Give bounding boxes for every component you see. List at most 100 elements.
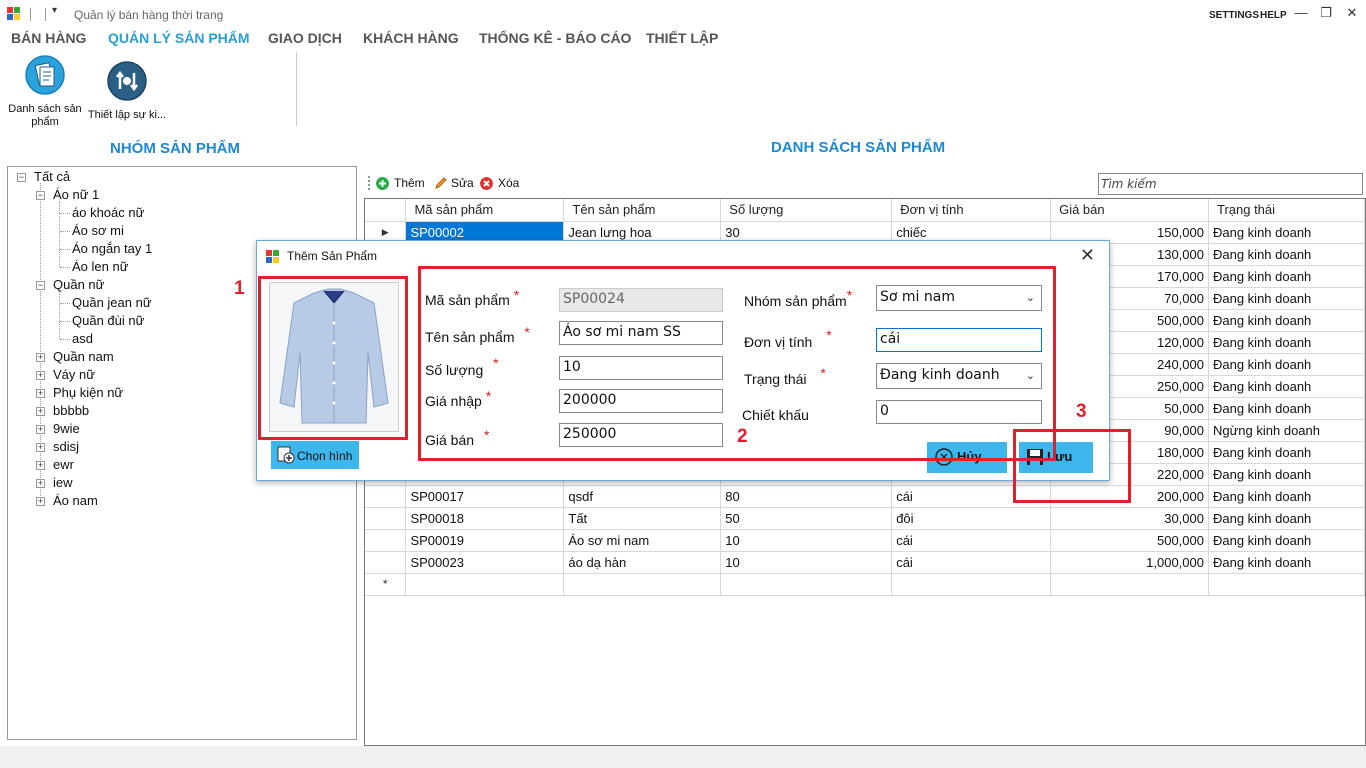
column-header[interactable]: Giá bán: [1050, 199, 1209, 222]
tree-node[interactable]: asd: [72, 331, 93, 346]
table-row[interactable]: SP00018 Tất 50 đôi 30,000 Đang kinh doanh: [365, 507, 1365, 530]
table-cell[interactable]: Đang kinh doanh: [1208, 375, 1365, 398]
table-cell[interactable]: áo dạ hàn: [563, 551, 722, 574]
expand-icon[interactable]: +: [36, 443, 45, 452]
delete-button[interactable]: Xóa: [498, 176, 519, 190]
tree-node[interactable]: Áo nữ 1: [53, 187, 99, 202]
add-icon[interactable]: [376, 177, 389, 190]
delete-icon[interactable]: [480, 177, 493, 190]
choose-image-button[interactable]: Chọn hình: [271, 441, 359, 469]
row-header[interactable]: [365, 529, 407, 552]
table-cell[interactable]: SP00019: [405, 529, 565, 552]
table-cell[interactable]: 500,000: [1050, 529, 1209, 552]
table-cell[interactable]: 10: [720, 529, 893, 552]
table-cell[interactable]: Đang kinh doanh: [1208, 551, 1365, 574]
table-cell[interactable]: cái: [891, 551, 1052, 574]
search-input[interactable]: Tìm kiếm: [1098, 173, 1363, 195]
tree-node[interactable]: iew: [53, 475, 73, 490]
menu-ban-hang[interactable]: BÁN HÀNG: [11, 30, 86, 46]
menu-khach-hang[interactable]: KHÁCH HÀNG: [363, 30, 459, 46]
table-row[interactable]: SP00019 Áo sơ mi nam 10 cái 500,000 Đang kinh…: [365, 529, 1365, 552]
column-header[interactable]: Mã sản phẩm: [405, 199, 565, 222]
table-row[interactable]: SP00023 áo dạ hàn 10 cái 1,000,000 Đang kinh …: [365, 551, 1365, 574]
dialog-close-icon[interactable]: ✕: [1080, 245, 1095, 266]
table-cell[interactable]: Đang kinh doanh: [1208, 331, 1365, 354]
table-cell[interactable]: 10: [720, 551, 893, 574]
table-cell[interactable]: 30,000: [1050, 507, 1209, 530]
menu-giao-dich[interactable]: GIAO DỊCH: [268, 30, 342, 46]
tree-node[interactable]: áo khoác nữ: [72, 205, 144, 220]
tree-node[interactable]: 9wie: [53, 421, 80, 436]
tree-node-root[interactable]: Tất cả: [34, 169, 70, 184]
column-header[interactable]: Số lượng: [720, 199, 893, 222]
table-cell[interactable]: Ngừng kinh doanh: [1208, 419, 1365, 442]
table-cell[interactable]: cái: [891, 529, 1052, 552]
collapse-icon[interactable]: −: [36, 281, 45, 290]
table-cell[interactable]: SP00017: [405, 485, 565, 508]
expand-icon[interactable]: +: [36, 353, 45, 362]
row-header[interactable]: [365, 485, 407, 508]
tree-node[interactable]: bbbbb: [53, 403, 89, 418]
expand-icon[interactable]: +: [36, 371, 45, 380]
table-row[interactable]: SP00017 qsdf 80 cái 200,000 Đang kinh doanh: [365, 485, 1365, 508]
tree-node[interactable]: Áo len nữ: [72, 259, 128, 274]
table-cell[interactable]: 1,000,000: [1050, 551, 1209, 574]
row-header[interactable]: [365, 551, 407, 574]
edit-icon[interactable]: [434, 177, 447, 190]
table-cell[interactable]: [563, 573, 722, 596]
table-cell[interactable]: qsdf: [563, 485, 722, 508]
tree-node[interactable]: Áo sơ mi: [72, 223, 124, 238]
tree-node[interactable]: Quần nam: [53, 349, 114, 364]
table-cell[interactable]: Đang kinh doanh: [1208, 243, 1365, 266]
table-cell[interactable]: Đang kinh doanh: [1208, 287, 1365, 310]
table-cell[interactable]: SP00023: [405, 551, 565, 574]
column-header[interactable]: Đơn vị tính: [891, 199, 1052, 222]
expand-icon[interactable]: +: [36, 497, 45, 506]
table-cell[interactable]: [720, 573, 893, 596]
tree-node[interactable]: Áo ngắn tay 1: [72, 241, 152, 256]
new-row[interactable]: *: [365, 573, 1365, 596]
row-header[interactable]: [365, 507, 407, 530]
edit-button[interactable]: Sửa: [451, 176, 474, 190]
table-cell[interactable]: Áo sơ mi nam: [563, 529, 722, 552]
tree-node[interactable]: Váy nữ: [53, 367, 95, 382]
tree-node[interactable]: sdisj: [53, 439, 79, 454]
restore-icon[interactable]: ❐: [1315, 4, 1337, 22]
table-cell[interactable]: Đang kinh doanh: [1208, 485, 1365, 508]
table-cell[interactable]: Đang kinh doanh: [1208, 463, 1365, 486]
column-header[interactable]: Trạng thái: [1208, 199, 1365, 222]
table-cell[interactable]: Đang kinh doanh: [1208, 309, 1365, 332]
expand-icon[interactable]: +: [36, 461, 45, 470]
settings-link[interactable]: SETTINGS: [1209, 10, 1259, 21]
table-cell[interactable]: 50: [720, 507, 893, 530]
minimize-icon[interactable]: —: [1290, 4, 1312, 22]
table-cell[interactable]: [1050, 573, 1209, 596]
tree-node[interactable]: Quần nữ: [53, 277, 104, 292]
table-cell[interactable]: Đang kinh doanh: [1208, 221, 1365, 244]
table-cell[interactable]: [891, 573, 1052, 596]
expand-icon[interactable]: +: [36, 407, 45, 416]
table-cell[interactable]: Đang kinh doanh: [1208, 397, 1365, 420]
collapse-icon[interactable]: −: [36, 191, 45, 200]
tree-node[interactable]: Phụ kiện nữ: [53, 385, 123, 400]
table-cell[interactable]: đôi: [891, 507, 1052, 530]
quick-access-dropdown-icon[interactable]: ▾: [52, 5, 57, 16]
menu-thiet-lap[interactable]: THIẾT LẬP: [646, 30, 718, 46]
tree-node[interactable]: ewr: [53, 457, 74, 472]
product-list-button[interactable]: Danh sách sản phẩm: [4, 55, 86, 129]
table-cell[interactable]: Đang kinh doanh: [1208, 507, 1365, 530]
expand-icon[interactable]: +: [36, 425, 45, 434]
table-cell[interactable]: Đang kinh doanh: [1208, 441, 1365, 464]
expand-icon[interactable]: +: [36, 389, 45, 398]
menu-thong-ke-bao-cao[interactable]: THỐNG KÊ - BÁO CÁO: [479, 30, 631, 46]
table-cell[interactable]: 80: [720, 485, 893, 508]
table-cell[interactable]: Đang kinh doanh: [1208, 353, 1365, 376]
table-cell[interactable]: [405, 573, 565, 596]
table-cell[interactable]: Đang kinh doanh: [1208, 265, 1365, 288]
settings-event-button[interactable]: Thiết lập sự ki...: [86, 61, 168, 122]
tree-node[interactable]: Quần đùi nữ: [72, 313, 144, 328]
collapse-icon[interactable]: −: [17, 173, 26, 182]
tree-node[interactable]: Áo nam: [53, 493, 98, 508]
tree-node[interactable]: Quần jean nữ: [72, 295, 152, 310]
table-cell[interactable]: [1208, 573, 1365, 596]
